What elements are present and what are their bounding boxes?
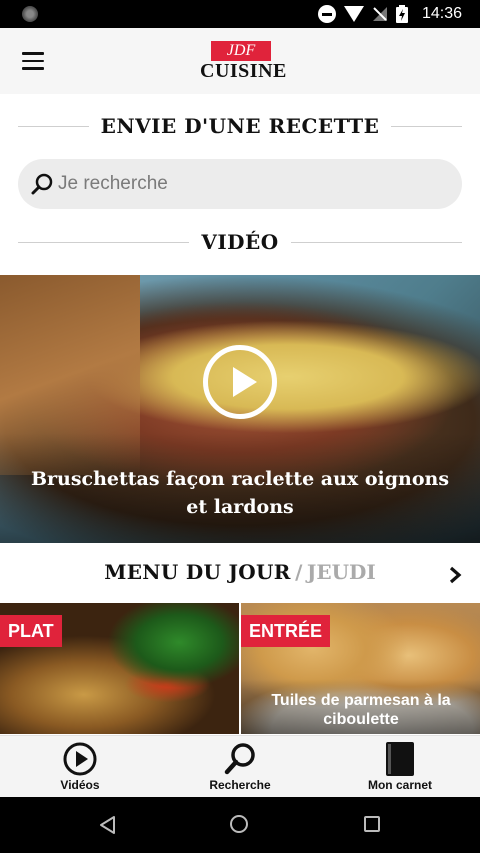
menu-du-jour-label: MENU DU JOUR: [104, 560, 291, 584]
menu-du-jour-day: JEUDI: [306, 560, 376, 584]
card-title: Tuiles de parmesan à la ciboulette: [271, 692, 451, 728]
status-time: 14:36: [421, 5, 462, 22]
video-thumbnail: [0, 275, 140, 475]
home-icon[interactable]: [230, 815, 248, 833]
do-not-disturb-icon: [317, 5, 336, 23]
hamburger-icon[interactable]: [22, 52, 44, 70]
menu-du-jour-header: MENU DU JOUR / JEUDI: [0, 560, 480, 594]
play-circle-icon: [62, 741, 98, 777]
status-bar: 14:36: [0, 0, 480, 28]
nav-label: Vidéos: [60, 778, 100, 792]
menu-du-jour-separator: /: [295, 560, 303, 584]
nav-label: Mon carnet: [367, 778, 432, 792]
nav-item-videos[interactable]: Vidéos: [0, 736, 160, 798]
card-tag: PLAT: [0, 615, 62, 647]
search-input[interactable]: [58, 167, 448, 201]
status-icons: 14:36: [317, 4, 462, 24]
divider: [290, 241, 463, 243]
nav-label: Recherche: [209, 778, 271, 792]
play-icon[interactable]: [203, 345, 277, 419]
nav-item-mon-carnet[interactable]: Mon carnet: [320, 736, 480, 798]
menu-card-plat[interactable]: PLAT: [0, 603, 239, 734]
bottom-nav: Vidéos Recherche Mon carnet: [0, 735, 480, 797]
search-icon: [30, 172, 54, 196]
battery-charging-icon: [395, 5, 408, 23]
app-header: JDF CUISINE: [0, 28, 480, 94]
card-tag: ENTRÉE: [241, 615, 331, 647]
video-section-title: VIDÉO: [18, 227, 463, 257]
search-bar[interactable]: [18, 159, 462, 209]
menu-card-entree[interactable]: ENTRÉE Tuiles de parmesan à la ciboulett…: [241, 603, 480, 734]
jdf-cuisine-logo[interactable]: JDF CUISINE: [200, 41, 287, 83]
notebook-icon: [382, 741, 418, 777]
system-nav-bar: [0, 797, 480, 853]
logo-bottom: CUISINE: [200, 60, 287, 82]
nav-item-recherche[interactable]: Recherche: [160, 736, 320, 798]
video-section-heading: VIDÉO: [201, 230, 279, 254]
search-icon: [222, 741, 258, 777]
camera-dot-icon: [22, 6, 38, 22]
no-signal-icon: [372, 6, 388, 22]
featured-video-card[interactable]: Bruschettas façon raclette aux oignons e…: [0, 275, 480, 543]
divider: [391, 125, 463, 127]
chevron-right-icon[interactable]: [446, 566, 464, 584]
wifi-icon: [343, 6, 364, 22]
recipe-section-title: ENVIE D'UNE RECETTE: [18, 111, 463, 141]
recipe-section-heading: ENVIE D'UNE RECETTE: [100, 114, 380, 138]
video-title: Bruschettas façon raclette aux oignons e…: [30, 468, 450, 518]
logo-top: JDF: [211, 41, 271, 61]
back-icon[interactable]: [98, 815, 116, 840]
recents-icon[interactable]: [364, 816, 380, 832]
divider: [18, 125, 89, 127]
divider: [18, 241, 190, 243]
